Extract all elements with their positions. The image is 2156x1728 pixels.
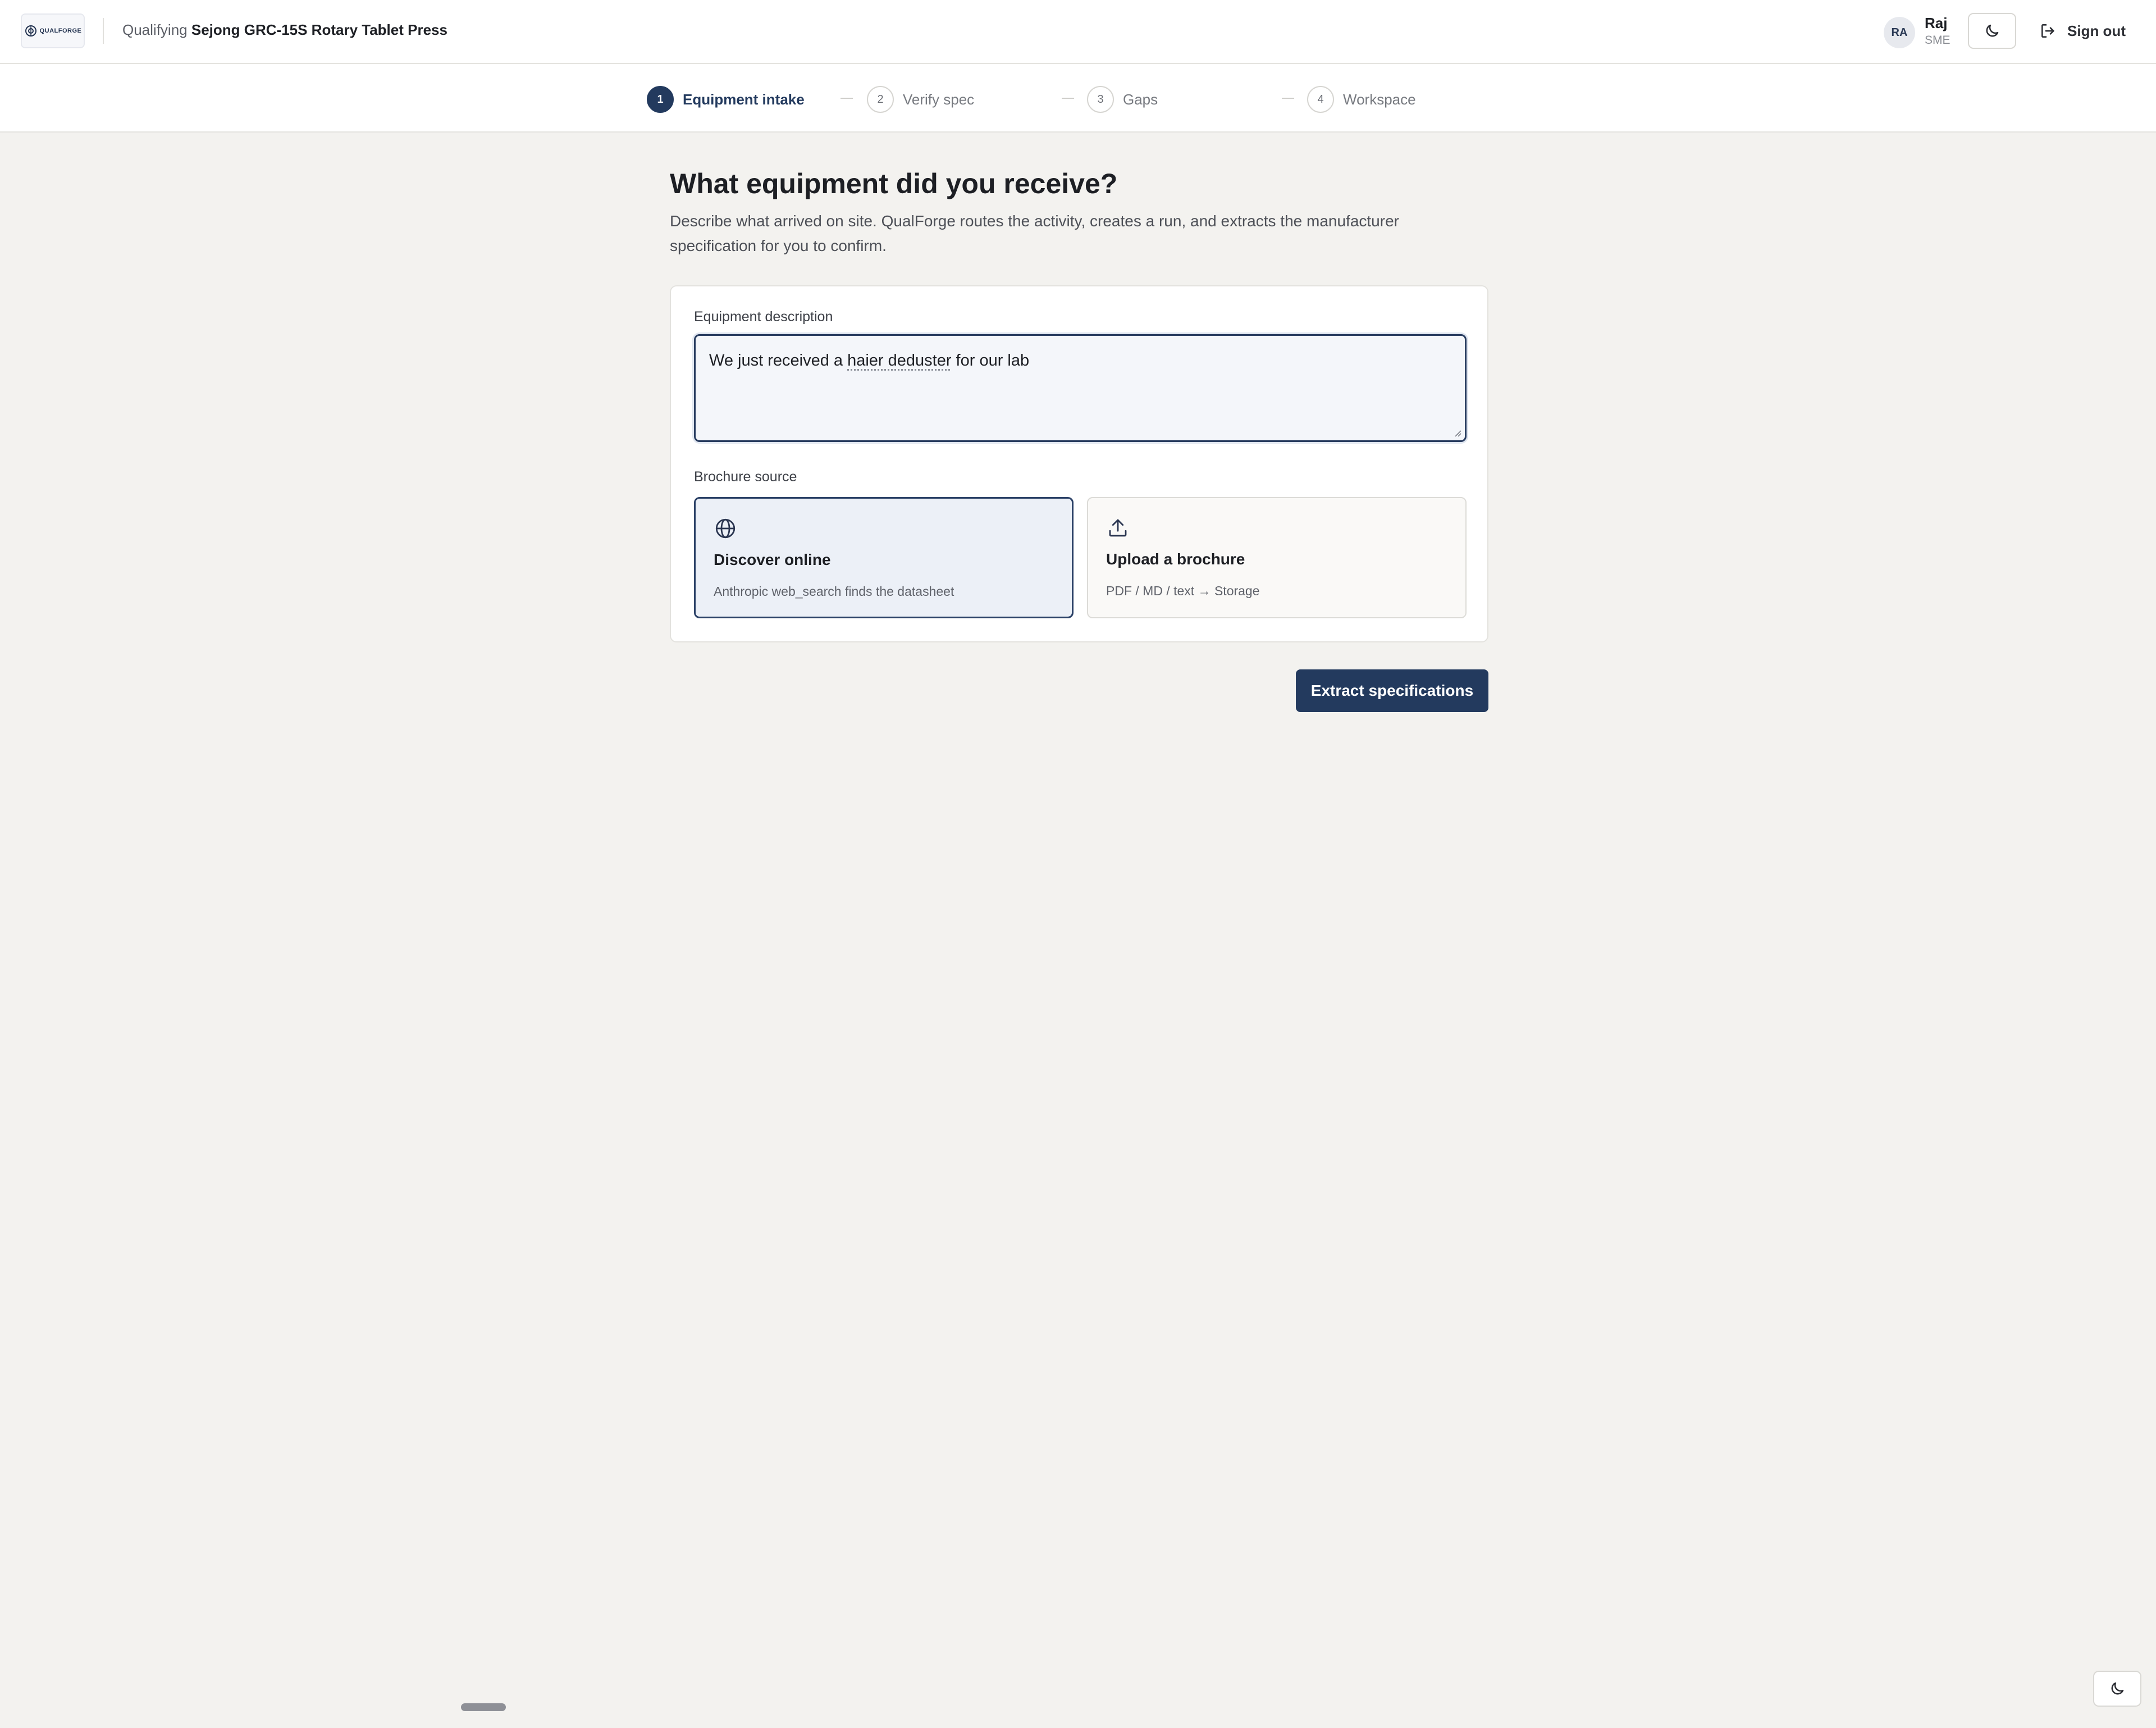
page-title: What equipment did you receive? [670,168,1118,199]
sign-out-label: Sign out [2067,22,2126,39]
equipment-description-label: Equipment description [694,309,833,325]
moon-icon [1986,24,1999,37]
step-workspace[interactable]: 4 Workspace [1307,85,1416,113]
sign-out-button[interactable]: Sign out [2039,18,2126,44]
page-description: Describe what arrived on site. QualForge… [670,212,1399,254]
logo-wordmark: QUALFORGE [39,28,82,34]
upload-icon [1109,519,1127,537]
source-title: Discover online [714,551,831,568]
step-connector [841,98,853,99]
step-connector [1062,98,1074,99]
step-equipment-intake[interactable]: 1 Equipment intake [647,85,805,113]
breadcrumb-prefix: Qualifying [122,21,188,38]
step-label: Verify spec [903,90,975,108]
equipment-description-input[interactable]: We just received a haier deduster for ou… [694,334,1467,442]
breadcrumb-equipment: Sejong GRC-15S Rotary Tablet Press [191,21,447,38]
resize-handle-icon[interactable] [1452,428,1461,437]
globe-icon [715,518,736,539]
brochure-source-label: Brochure source [694,469,797,485]
source-subtitle: PDF / MD / text → Storage [1106,583,1260,598]
step-gaps[interactable]: 3 Gaps [1087,85,1158,113]
step-label: Gaps [1123,90,1158,108]
description-text-end: for our lab [951,352,1030,370]
theme-toggle-button[interactable] [1968,13,2016,49]
progress-stepper: 1 Equipment intake 2 Verify spec 3 Gaps … [0,64,2156,133]
source-subtitle: Anthropic web_search finds the datasheet [714,584,954,599]
header-divider [103,18,104,44]
user-name: Raj [1925,15,1948,31]
avatar[interactable]: RA [1884,17,1915,48]
step-number: 4 [1307,86,1334,113]
intake-card: Equipment description We just received a… [670,285,1488,642]
discover-online-option[interactable]: Discover online Anthropic web_search fin… [694,497,1074,618]
step-verify-spec[interactable]: 2 Verify spec [867,85,974,113]
step-connector [1282,98,1294,99]
qualforge-logo[interactable]: QUALFORGE [21,13,85,48]
sign-out-icon [2041,24,2054,38]
moon-icon [2111,1682,2124,1695]
logo-mark-icon [25,25,36,37]
source-title: Upload a brochure [1106,550,1245,568]
step-label: Workspace [1343,90,1416,108]
step-number: 2 [867,86,894,113]
step-number: 1 [647,86,674,113]
floating-theme-toggle-button[interactable] [2093,1671,2141,1707]
extract-specifications-button[interactable]: Extract specifications [1296,669,1488,712]
upload-brochure-option[interactable]: Upload a brochure PDF / MD / text → Stor… [1087,497,1467,618]
user-role: SME [1925,34,1951,47]
description-text-start: We just received a [709,352,848,370]
breadcrumb: Qualifying Sejong GRC-15S Rotary Tablet … [122,21,447,39]
description-text-flagged: haier deduster [847,352,952,370]
step-number: 3 [1087,86,1114,113]
top-bar: QUALFORGE Qualifying Sejong GRC-15S Rota… [0,0,2156,64]
step-label: Equipment intake [683,90,805,108]
horizontal-scroll-handle[interactable] [461,1703,506,1711]
